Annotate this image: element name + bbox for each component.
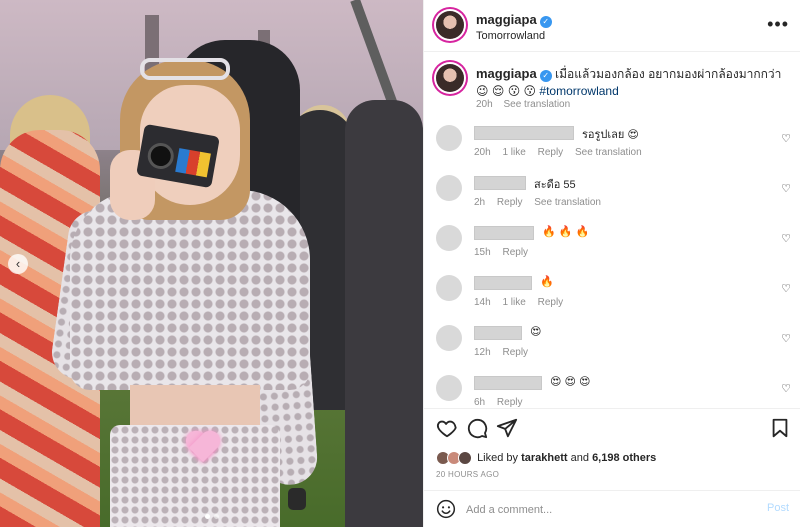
liker-avatars bbox=[436, 451, 474, 465]
comment-username-redacted[interactable] bbox=[474, 326, 522, 340]
post-photo[interactable]: ‹ bbox=[0, 0, 423, 527]
heart-icon[interactable]: ♡ bbox=[781, 132, 791, 145]
heart-icon[interactable] bbox=[436, 417, 458, 439]
reply-button[interactable]: Reply bbox=[497, 397, 523, 408]
avatar[interactable] bbox=[436, 64, 464, 92]
verified-icon: ✓ bbox=[539, 70, 552, 82]
likes-user-link[interactable]: tarakhett bbox=[521, 452, 567, 464]
comment-time: 12h bbox=[474, 347, 491, 358]
emoji-icon[interactable] bbox=[436, 499, 456, 519]
caption-username[interactable]: maggiapa bbox=[476, 66, 537, 81]
add-comment-bar: Post bbox=[424, 490, 800, 527]
comment-username-redacted[interactable] bbox=[474, 276, 532, 290]
post-header: maggiapa ✓ Tomorrowland ••• bbox=[424, 0, 800, 52]
caption-text: maggiapa ✓ เมื่อแล้วมองกล้อง อยากมองผ่ากล… bbox=[476, 65, 786, 100]
heart-icon[interactable]: ♡ bbox=[781, 232, 791, 245]
comment-text: 😍 😍 😍 bbox=[550, 376, 591, 388]
post-actions bbox=[424, 408, 800, 450]
reply-button[interactable]: Reply bbox=[538, 297, 564, 308]
reply-button[interactable]: Reply bbox=[497, 197, 523, 208]
post-comment-button[interactable]: Post bbox=[767, 502, 789, 514]
comment-text: 🔥 bbox=[540, 276, 554, 288]
reply-button[interactable]: Reply bbox=[502, 247, 528, 258]
post-side-panel: maggiapa ✓ Tomorrowland ••• maggiapa ✓ เมื… bbox=[423, 0, 800, 527]
comment-time: 14h bbox=[474, 297, 491, 308]
likes-count-link[interactable]: 6,198 others bbox=[592, 452, 656, 464]
comment-time: 2h bbox=[474, 197, 486, 208]
comment-likes[interactable]: 1 like bbox=[502, 147, 525, 158]
photo-watch bbox=[288, 488, 306, 510]
comment-item: 😍 😍 😍 6h Reply ♡ bbox=[424, 370, 800, 408]
caption-hashtag[interactable]: #tomorrowland bbox=[539, 84, 618, 98]
bookmark-icon[interactable] bbox=[769, 417, 791, 439]
avatar[interactable] bbox=[436, 375, 462, 401]
photo-subject-top bbox=[70, 190, 310, 390]
caption-time: 20h bbox=[476, 99, 493, 110]
photo-subject-waist bbox=[130, 385, 260, 430]
likes-and: and bbox=[570, 451, 589, 464]
avatar[interactable] bbox=[436, 225, 462, 251]
comment-username-redacted[interactable] bbox=[474, 176, 526, 190]
comment-username-redacted[interactable] bbox=[474, 126, 574, 140]
comment-username-redacted[interactable] bbox=[474, 376, 542, 390]
comment-text: 🔥 🔥 🔥 bbox=[542, 226, 590, 238]
comment-item: 😍 12h Reply ♡ bbox=[424, 320, 800, 370]
photo-person bbox=[345, 100, 423, 527]
see-translation-link[interactable]: See translation bbox=[503, 99, 570, 110]
avatar[interactable] bbox=[436, 325, 462, 351]
comment-meta: 15h Reply bbox=[474, 247, 537, 258]
comment-text: สะดือ 55 bbox=[534, 179, 576, 191]
photo-sunglasses bbox=[140, 58, 230, 80]
comment-meta: 6h Reply bbox=[474, 397, 531, 408]
see-translation-link[interactable]: See translation bbox=[534, 197, 601, 208]
comment-meta: 12h Reply bbox=[474, 347, 537, 358]
carousel-prev-button[interactable]: ‹ bbox=[8, 254, 28, 274]
reply-button[interactable]: Reply bbox=[538, 147, 564, 158]
comment-item: 🔥 14h 1 like Reply ♡ bbox=[424, 270, 800, 320]
comment-item: สะดือ 55 2h Reply See translation ♡ bbox=[424, 170, 800, 220]
camera-lens bbox=[145, 140, 176, 172]
verified-icon: ✓ bbox=[539, 16, 552, 28]
comment-text: รอรูปเลย 😍 bbox=[582, 129, 639, 141]
comment-time: 6h bbox=[474, 397, 486, 408]
header-username[interactable]: maggiapa ✓ bbox=[476, 12, 552, 28]
comment-input[interactable] bbox=[466, 501, 746, 519]
carousel-dots bbox=[0, 514, 423, 519]
comment-icon[interactable] bbox=[466, 417, 488, 439]
likes-summary[interactable]: Liked by tarakhett and 6,198 others bbox=[436, 451, 656, 465]
comment-meta: 14h 1 like Reply bbox=[474, 297, 572, 308]
caption-meta: 20h See translation bbox=[476, 99, 578, 110]
avatar[interactable] bbox=[436, 175, 462, 201]
avatar[interactable] bbox=[436, 125, 462, 151]
comment-text: 😍 bbox=[530, 326, 542, 338]
comment-meta: 2h Reply See translation bbox=[474, 197, 610, 208]
likes-prefix: Liked by bbox=[477, 451, 519, 464]
post-timestamp[interactable]: 20 HOURS AGO bbox=[436, 470, 499, 479]
heart-icon[interactable]: ♡ bbox=[781, 282, 791, 295]
comment-item: 🔥 🔥 🔥 15h Reply ♡ bbox=[424, 220, 800, 270]
comment-time: 20h bbox=[474, 147, 491, 158]
heart-icon[interactable]: ♡ bbox=[781, 182, 791, 195]
heart-icon[interactable]: ♡ bbox=[781, 332, 791, 345]
username-text[interactable]: maggiapa bbox=[476, 12, 537, 27]
header-location[interactable]: Tomorrowland bbox=[476, 30, 545, 42]
comment-username-redacted[interactable] bbox=[474, 226, 534, 240]
avatar[interactable] bbox=[436, 11, 464, 39]
avatar bbox=[458, 451, 472, 465]
comment-time: 15h bbox=[474, 247, 491, 258]
comment-meta: 20h 1 like Reply See translation bbox=[474, 147, 651, 158]
see-translation-link[interactable]: See translation bbox=[575, 147, 642, 158]
more-icon[interactable]: ••• bbox=[767, 14, 789, 35]
avatar[interactable] bbox=[436, 275, 462, 301]
share-icon[interactable] bbox=[496, 417, 518, 439]
reply-button[interactable]: Reply bbox=[502, 347, 528, 358]
camera-label bbox=[175, 148, 211, 178]
carousel-dot bbox=[204, 514, 210, 519]
heart-icon[interactable]: ♡ bbox=[781, 382, 791, 395]
carousel-dot bbox=[213, 514, 219, 519]
heart-sticker-icon bbox=[186, 432, 220, 466]
comment-item: รอรูปเลย 😍 20h 1 like Reply See translat… bbox=[424, 120, 800, 170]
instagram-post-view: ‹ maggiapa ✓ Tomorrowland ••• maggiapa ✓ เ… bbox=[0, 0, 800, 527]
comment-likes[interactable]: 1 like bbox=[502, 297, 525, 308]
